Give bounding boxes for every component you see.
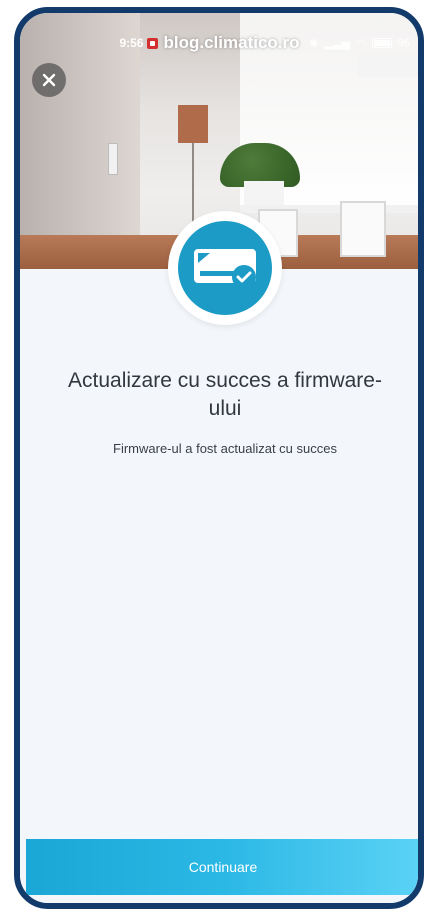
continue-button[interactable]: Continuare [26,839,418,895]
page-subtitle: Firmware-ul a fost actualizat cu succes [113,441,337,456]
close-button[interactable] [32,63,66,97]
status-time: 9:56 [119,36,144,50]
ac-unit-check-icon [194,249,256,289]
device-badge [168,211,282,325]
content-area [20,269,418,903]
recording-icon [146,37,158,49]
device-circle [178,221,272,315]
status-bar: 9:56 blog.climatico.ro ✱ ▂▃▅ ◠ 96 [20,31,418,55]
status-icons: ✱ ▂▃▅ ◠ 96 [310,37,410,50]
phone-frame: 9:56 blog.climatico.ro ✱ ▂▃▅ ◠ 96 Actual [14,7,424,909]
signal-icon: ▂▃▅ [324,37,351,50]
wifi-icon: ◠ [356,37,366,50]
bluetooth-icon: ✱ [309,37,319,50]
close-icon [42,73,56,87]
battery-icon [371,38,392,48]
page-title: Actualizare cu succes a firmware-ului [68,369,382,420]
home-indicator [153,907,293,909]
watermark: blog.climatico.ro [163,33,300,52]
battery-level: 96 [397,37,410,49]
